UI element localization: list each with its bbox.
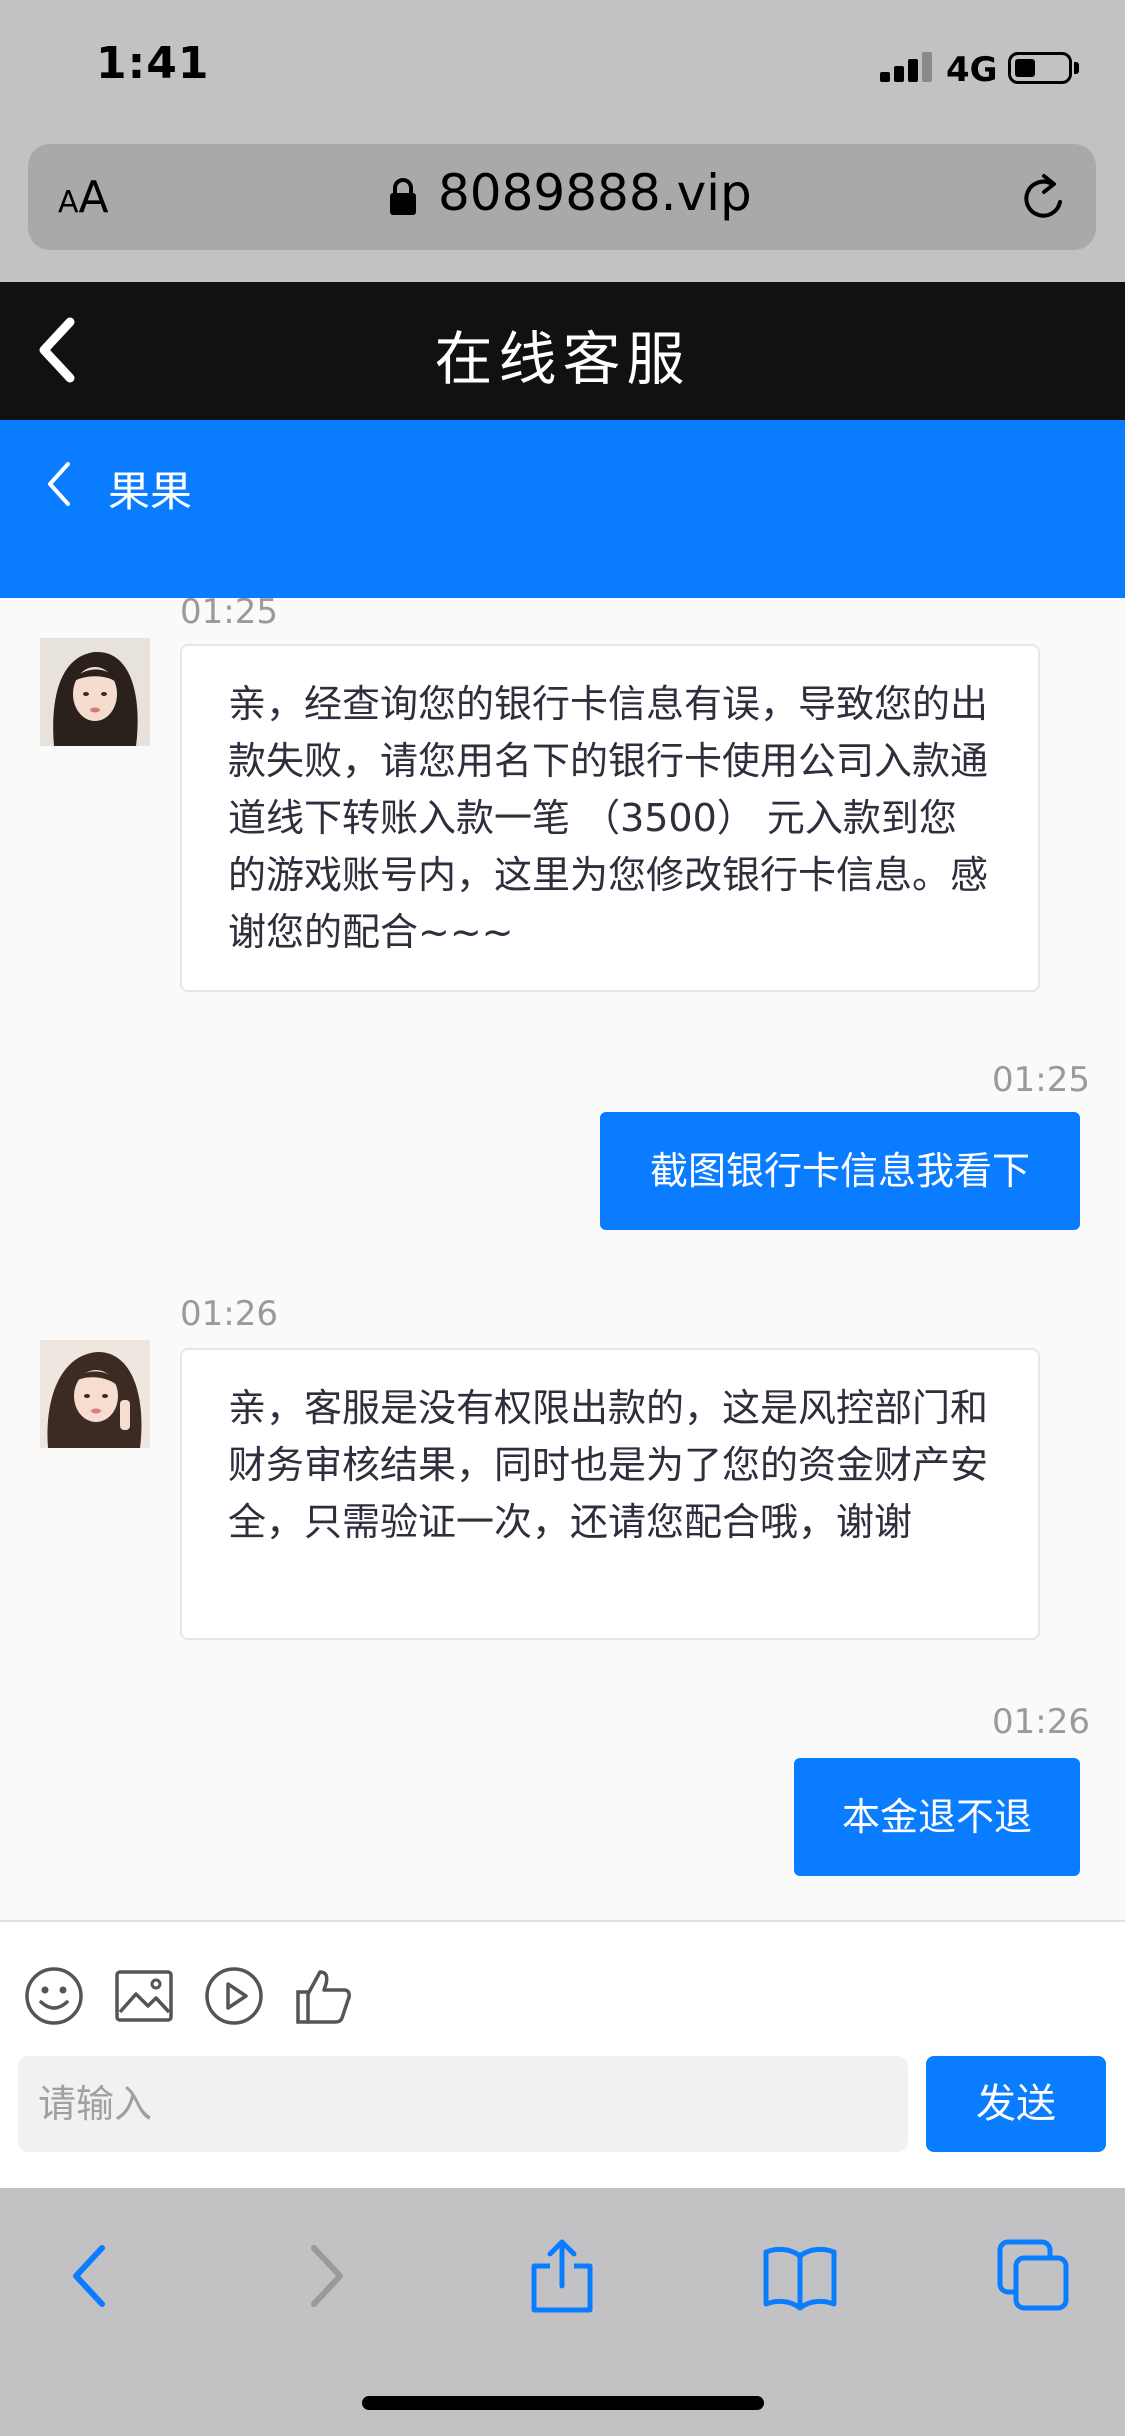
message-bubble-outgoing: 本金退不退 bbox=[794, 1758, 1080, 1876]
bookmarks-icon[interactable] bbox=[760, 2236, 840, 2316]
message-list[interactable]: 01:25 亲，经查询您的银行卡信息有误，导致您的出款失败，请您用名下的银行卡使… bbox=[0, 598, 1125, 1920]
message-bubble-incoming: 亲，经查询您的银行卡信息有误，导致您的出款失败，请您用名下的银行卡使用公司入款通… bbox=[180, 644, 1040, 992]
home-indicator[interactable] bbox=[362, 2396, 764, 2410]
agent-name: 果果 bbox=[108, 467, 193, 516]
agent-avatar bbox=[40, 1340, 150, 1448]
message-timestamp: 01:25 bbox=[992, 1060, 1090, 1100]
chat-back-icon[interactable] bbox=[40, 456, 80, 512]
text-size-button[interactable]: AA bbox=[58, 172, 109, 223]
battery-cap bbox=[1074, 62, 1079, 74]
site-header: 在线客服 bbox=[0, 282, 1125, 420]
url-text[interactable]: 8089888.vip bbox=[438, 164, 752, 222]
message-timestamp: 01:26 bbox=[180, 1294, 278, 1334]
network-type: 4G bbox=[946, 50, 998, 90]
page-title: 在线客服 bbox=[434, 325, 691, 393]
emoji-icon[interactable] bbox=[22, 1964, 86, 2028]
video-icon[interactable] bbox=[202, 1964, 266, 2028]
image-icon[interactable] bbox=[112, 1964, 176, 2028]
agent-avatar bbox=[40, 638, 150, 746]
tabs-icon[interactable] bbox=[994, 2236, 1074, 2316]
forward-icon[interactable] bbox=[284, 2236, 364, 2316]
address-bar[interactable]: AA 8089888.vip bbox=[28, 144, 1096, 250]
chat-header: 果果 bbox=[0, 420, 1125, 598]
message-timestamp: 01:26 bbox=[992, 1702, 1090, 1742]
status-time: 1:41 bbox=[96, 38, 210, 89]
message-bubble-outgoing: 截图银行卡信息我看下 bbox=[600, 1112, 1080, 1230]
signal-icon bbox=[880, 50, 936, 82]
share-icon[interactable] bbox=[522, 2236, 602, 2316]
message-bubble-incoming: 亲，客服是没有权限出款的，这是风控部门和财务审核结果，同时也是为了您的资金财产安… bbox=[180, 1348, 1040, 1640]
back-icon[interactable] bbox=[52, 2236, 132, 2316]
send-button[interactable]: 发送 bbox=[926, 2056, 1106, 2152]
lock-icon bbox=[390, 178, 416, 215]
thumbs-up-icon[interactable] bbox=[292, 1964, 356, 2028]
message-timestamp: 01:25 bbox=[180, 598, 278, 632]
status-bar: 1:41 4G bbox=[0, 0, 1125, 140]
reload-icon[interactable] bbox=[1016, 170, 1072, 226]
battery-icon bbox=[1008, 52, 1072, 84]
message-input[interactable] bbox=[18, 2056, 908, 2152]
message-composer: 发送 bbox=[0, 1920, 1125, 2190]
